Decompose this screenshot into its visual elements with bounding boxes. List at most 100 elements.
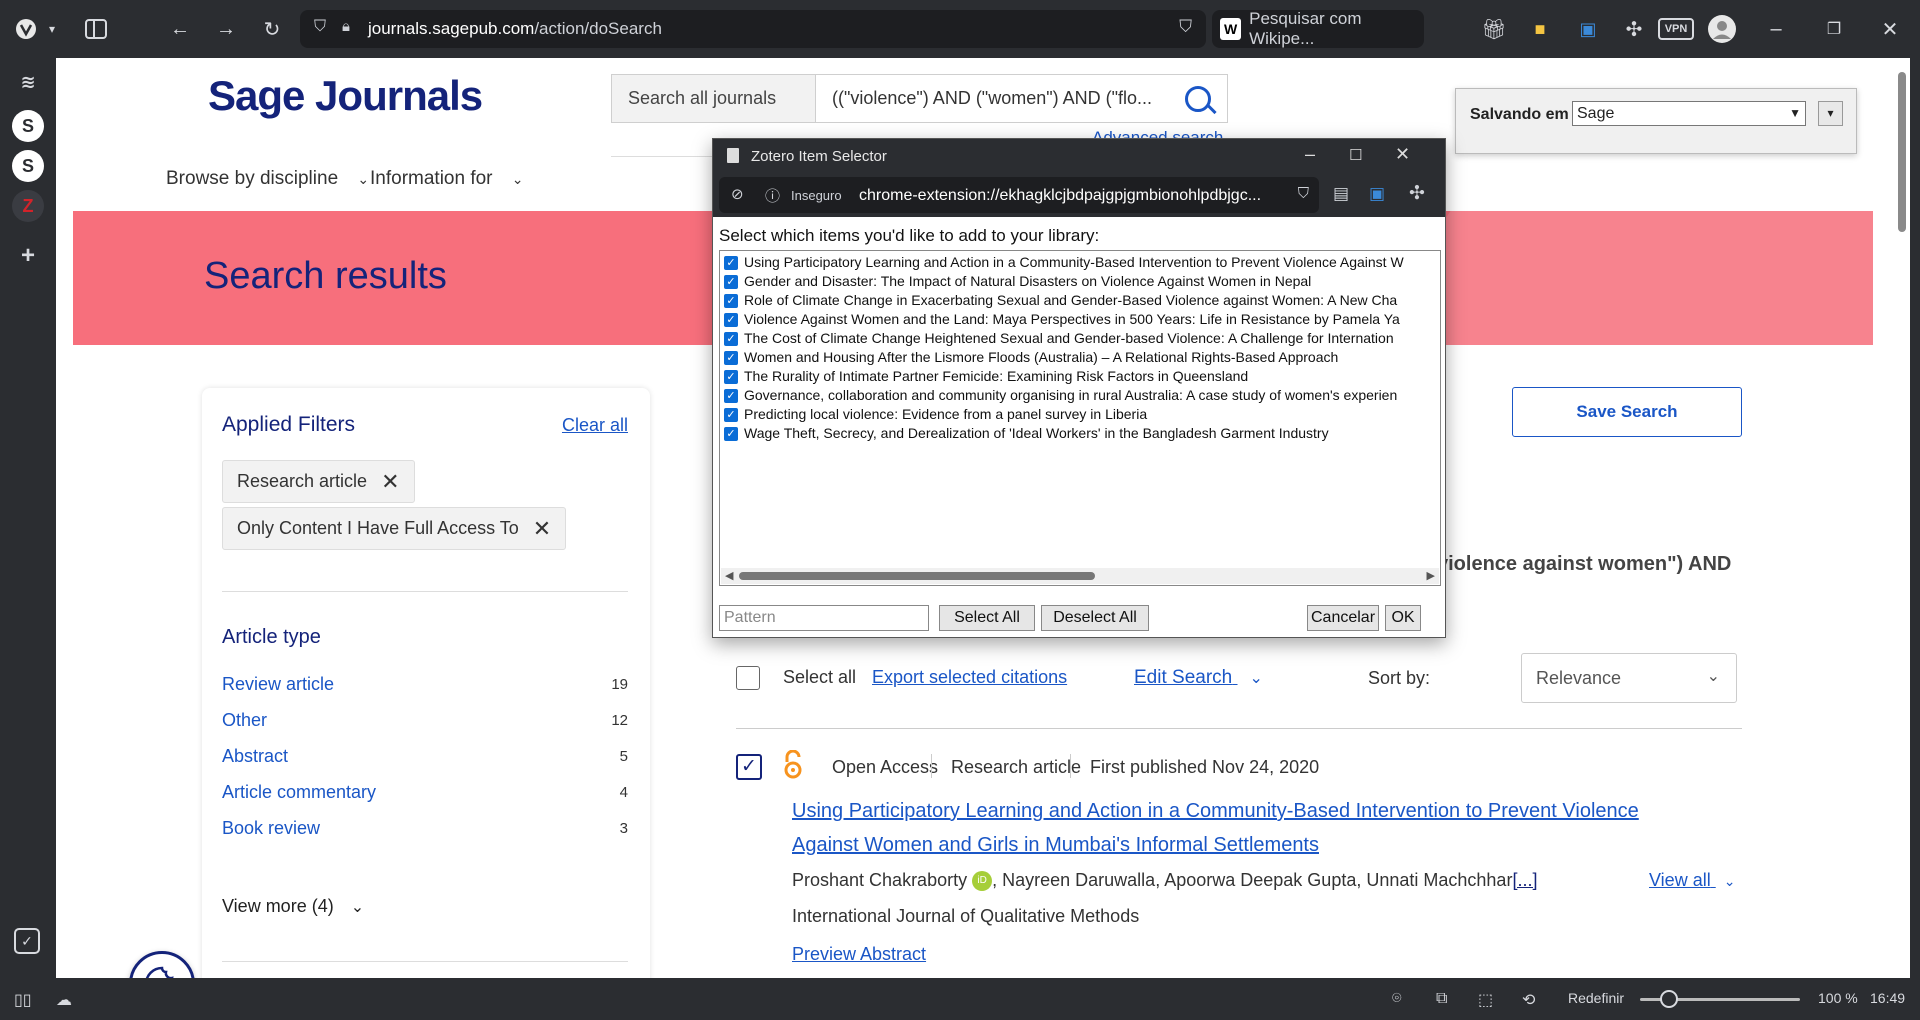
restore-icon[interactable]: ❐ bbox=[1818, 13, 1850, 45]
facet-label[interactable]: Abstract bbox=[222, 746, 288, 766]
panel-toggle-icon[interactable] bbox=[80, 13, 112, 45]
layers-icon[interactable]: ≋ bbox=[12, 66, 44, 98]
sort-select[interactable]: Relevance ⌄ bbox=[1521, 653, 1737, 703]
item-checkbox[interactable]: ✓ bbox=[724, 294, 738, 309]
facet-item[interactable]: Abstract 5 bbox=[222, 746, 628, 767]
sage-tab-icon[interactable]: S bbox=[12, 110, 44, 142]
page-scrollbar[interactable] bbox=[1892, 58, 1910, 978]
reload-icon[interactable]: ↻ bbox=[256, 13, 288, 45]
search-icon[interactable] bbox=[1185, 86, 1211, 112]
back-icon[interactable]: ← bbox=[164, 13, 196, 45]
extensions-icon[interactable]: ✣ bbox=[1618, 13, 1650, 45]
zotero-connector-icon[interactable]: ▣ bbox=[1369, 184, 1385, 204]
page-actions-icon[interactable]: ⬚ bbox=[1478, 990, 1493, 1010]
panel-toggle-icon[interactable]: ▯▯ bbox=[14, 990, 32, 1010]
remove-filter-icon[interactable]: ✕ bbox=[533, 516, 551, 542]
export-citations-link[interactable]: Export selected citations bbox=[872, 667, 1067, 688]
scroll-left-icon[interactable]: ◀ bbox=[725, 569, 733, 582]
sage-journals-logo[interactable]: Sage Journals bbox=[208, 72, 483, 120]
list-item[interactable]: ✓ Women and Housing After the Lismore Flo… bbox=[724, 349, 1338, 369]
zoom-reset-button[interactable]: Redefinir bbox=[1568, 990, 1624, 1006]
nav-information-for[interactable]: Information for ⌄ bbox=[370, 168, 524, 190]
chevron-down-icon[interactable]: ▾ bbox=[36, 13, 68, 45]
more-authors-link[interactable]: [...] bbox=[1512, 870, 1537, 890]
expand-tree-button[interactable]: ▾ bbox=[1818, 101, 1843, 126]
cancel-button[interactable]: Cancelar bbox=[1307, 605, 1379, 631]
edit-search-button[interactable]: Edit Search ⌄ bbox=[1134, 667, 1263, 689]
deselect-all-button[interactable]: Deselect All bbox=[1041, 605, 1149, 631]
add-panel-icon[interactable]: + bbox=[12, 240, 44, 272]
zotero-connector-icon[interactable]: ▣ bbox=[1572, 13, 1604, 45]
list-item[interactable]: ✓ The Rurality of Intimate Partner Femici… bbox=[724, 368, 1248, 388]
item-checkbox[interactable]: ✓ bbox=[724, 256, 738, 271]
list-item[interactable]: ✓ Violence Against Women and the Land: Ma… bbox=[724, 311, 1400, 331]
select-all-label[interactable]: Select all bbox=[783, 667, 856, 688]
item-checkbox[interactable]: ✓ bbox=[724, 370, 738, 385]
folder-icon[interactable]: ■ bbox=[1524, 13, 1556, 45]
no-tracking-icon[interactable]: ⊘ bbox=[731, 185, 744, 203]
popup-url-field[interactable]: ⊘ ⓘ Inseguro chrome-extension://ekhagklc… bbox=[719, 177, 1319, 213]
profile-avatar-icon[interactable] bbox=[1706, 13, 1738, 45]
preview-abstract-link[interactable]: Preview Abstract bbox=[792, 944, 926, 965]
facet-item[interactable]: Article commentary 4 bbox=[222, 782, 628, 803]
sync-off-icon[interactable]: ☁︎ bbox=[56, 990, 72, 1010]
item-checkbox[interactable]: ✓ bbox=[724, 332, 738, 347]
facet-item[interactable]: Review article 19 bbox=[222, 674, 628, 695]
list-item[interactable]: ✓ The Cost of Climate Change Heightened S… bbox=[724, 330, 1394, 350]
zoom-slider-handle[interactable] bbox=[1660, 990, 1678, 1008]
list-item[interactable]: ✓ Wage Theft, Secrecy, and Derealization … bbox=[724, 425, 1329, 445]
item-checkbox[interactable]: ✓ bbox=[724, 351, 738, 366]
item-checkbox[interactable]: ✓ bbox=[724, 275, 738, 290]
minimize-icon[interactable]: – bbox=[1305, 144, 1315, 165]
author[interactable]: Nayreen Daruwalla bbox=[1002, 870, 1155, 890]
gift-icon[interactable]: 🎁︎ bbox=[1478, 13, 1510, 45]
facet-item[interactable]: Other 12 bbox=[222, 710, 628, 731]
reader-icon[interactable]: ▤ bbox=[1333, 184, 1349, 204]
bookmark-icon[interactable]: ⛉ bbox=[1179, 17, 1192, 37]
zotero-panel-icon[interactable]: Z bbox=[12, 190, 44, 222]
search-input[interactable]: (("violence") AND ("women") AND ("flo... bbox=[816, 74, 1228, 123]
search-scope-select[interactable]: Search all journals bbox=[611, 74, 816, 123]
cookie-settings-button[interactable] bbox=[129, 951, 195, 978]
author[interactable]: Proshant Chakraborty bbox=[792, 870, 967, 890]
save-search-button[interactable]: Save Search bbox=[1512, 387, 1742, 437]
view-more-button[interactable]: View more (4) ⌄ bbox=[222, 896, 364, 917]
forward-icon[interactable]: → bbox=[210, 13, 242, 45]
select-all-button[interactable]: Select All bbox=[939, 605, 1035, 631]
list-item[interactable]: ✓ Role of Climate Change in Exacerbating … bbox=[724, 292, 1397, 312]
maximize-icon[interactable]: ☐ bbox=[1349, 146, 1362, 164]
info-icon[interactable]: ⓘ bbox=[765, 185, 780, 206]
item-checkbox[interactable]: ✓ bbox=[724, 408, 738, 423]
scroll-right-icon[interactable]: ▶ bbox=[1427, 569, 1435, 582]
item-checkbox[interactable]: ✓ bbox=[724, 427, 738, 442]
horizontal-scrollbar[interactable]: ◀ ▶ bbox=[721, 568, 1439, 584]
list-item[interactable]: ✓ Governance, collaboration and community… bbox=[724, 387, 1397, 407]
item-checkbox[interactable]: ✓ bbox=[724, 313, 738, 328]
journal-name[interactable]: International Journal of Qualitative Met… bbox=[792, 906, 1139, 927]
tasks-icon[interactable]: ✓ bbox=[14, 928, 40, 954]
close-icon[interactable]: ✕ bbox=[1395, 144, 1410, 165]
close-icon[interactable]: ✕ bbox=[1874, 13, 1906, 45]
sage-tab-icon-2[interactable]: S bbox=[12, 150, 44, 182]
view-all-authors-link[interactable]: View all ⌄ bbox=[1649, 870, 1735, 891]
capture-icon[interactable]: ⌾ bbox=[1392, 990, 1402, 1008]
list-item[interactable]: ✓ Gender and Disaster: The Impact of Natu… bbox=[724, 273, 1311, 293]
collection-select[interactable]: Sage ▼ bbox=[1572, 101, 1806, 126]
list-item[interactable]: ✓ Predicting local violence: Evidence fro… bbox=[724, 406, 1147, 426]
ok-button[interactable]: OK bbox=[1385, 605, 1421, 631]
select-all-checkbox[interactable] bbox=[736, 666, 760, 690]
facet-label[interactable]: Book review bbox=[222, 818, 320, 838]
filter-chip[interactable]: Research article ✕ bbox=[222, 460, 415, 503]
pattern-filter-input[interactable]: Pattern bbox=[719, 605, 929, 631]
minimize-icon[interactable]: – bbox=[1760, 13, 1792, 45]
filter-chip[interactable]: Only Content I Have Full Access To ✕ bbox=[222, 507, 567, 550]
shield-icon[interactable]: ⛉ bbox=[314, 18, 326, 36]
facet-item[interactable]: Book review 3 bbox=[222, 818, 628, 839]
list-item[interactable]: ✓ Using Participatory Learning and Action… bbox=[724, 254, 1404, 274]
scrollbar-thumb[interactable] bbox=[1898, 72, 1906, 232]
orcid-icon[interactable]: iD bbox=[972, 871, 993, 892]
author[interactable]: Apoorwa Deepak Gupta bbox=[1164, 870, 1356, 890]
facet-label[interactable]: Other bbox=[222, 710, 267, 730]
result-title-link[interactable]: Using Participatory Learning and Action … bbox=[792, 794, 1692, 862]
nav-browse-by-discipline[interactable]: Browse by discipline ⌄ bbox=[166, 168, 369, 190]
